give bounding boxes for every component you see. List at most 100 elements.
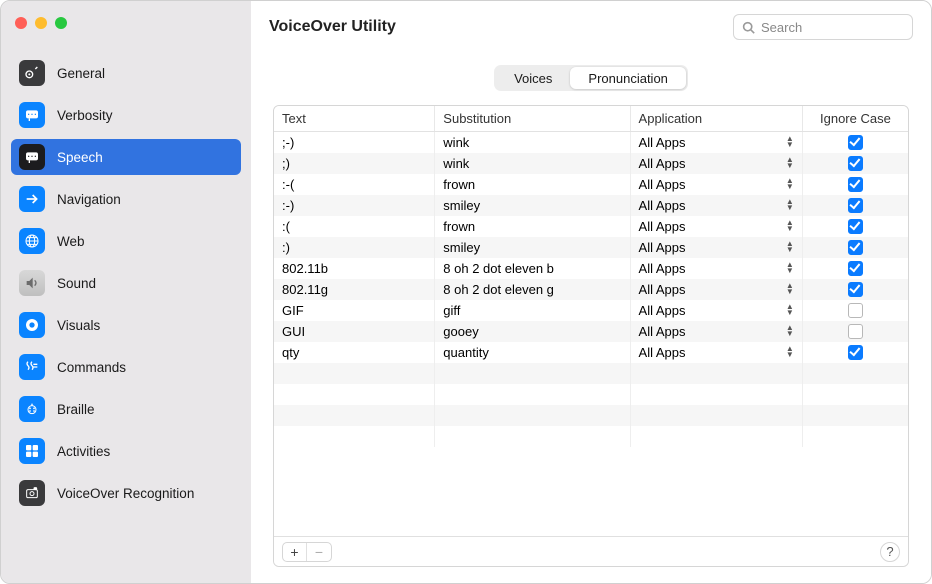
cell-application-select[interactable]: All Apps▲▼ xyxy=(630,216,802,237)
ignore-case-checkbox[interactable] xyxy=(848,282,863,297)
search-input[interactable]: Search xyxy=(733,14,913,40)
chevron-updown-icon: ▲▼ xyxy=(786,136,794,148)
sidebar-item-verbosity[interactable]: Verbosity xyxy=(11,97,241,133)
cell-application-select[interactable]: All Apps▲▼ xyxy=(630,321,802,342)
cell-application-select[interactable]: All Apps▲▼ xyxy=(630,174,802,195)
sidebar-item-sound[interactable]: Sound xyxy=(11,265,241,301)
table-row[interactable]: qtyquantityAll Apps▲▼ xyxy=(274,342,908,363)
ignore-case-checkbox[interactable] xyxy=(848,240,863,255)
cell-text[interactable]: :) xyxy=(274,237,435,258)
cell-ignore-case xyxy=(802,258,908,279)
main-content: VoiceOver Utility Search VoicesPronuncia… xyxy=(251,1,931,583)
cell-substitution[interactable]: quantity xyxy=(435,342,630,363)
sidebar-item-label: Braille xyxy=(57,402,95,417)
ignore-case-checkbox[interactable] xyxy=(848,198,863,213)
minimize-window-button[interactable] xyxy=(35,17,47,29)
cell-text[interactable]: ;-) xyxy=(274,132,435,153)
sidebar-item-braille[interactable]: Braille xyxy=(11,391,241,427)
add-button[interactable]: + xyxy=(283,543,307,561)
column-header-application[interactable]: Application xyxy=(630,106,802,132)
column-header-substitution[interactable]: Substitution xyxy=(435,106,630,132)
fullscreen-window-button[interactable] xyxy=(55,17,67,29)
tabs: VoicesPronunciation xyxy=(494,65,688,91)
sidebar-item-speech[interactable]: Speech xyxy=(11,139,241,175)
toolbar: VoiceOver Utility Search xyxy=(251,1,931,53)
content-area: VoicesPronunciation TextSubstitutionAppl… xyxy=(251,53,931,583)
table-row[interactable]: :(frownAll Apps▲▼ xyxy=(274,216,908,237)
cell-substitution[interactable]: 8 oh 2 dot eleven g xyxy=(435,279,630,300)
braille-icon xyxy=(19,396,45,422)
arrow-right-icon xyxy=(19,186,45,212)
cell-substitution[interactable]: smiley xyxy=(435,195,630,216)
table-row[interactable]: 802.11g8 oh 2 dot eleven gAll Apps▲▼ xyxy=(274,279,908,300)
cell-text[interactable]: GIF xyxy=(274,300,435,321)
tab-pronunciation[interactable]: Pronunciation xyxy=(570,67,686,89)
cell-application-select[interactable]: All Apps▲▼ xyxy=(630,258,802,279)
table-row[interactable]: :-(frownAll Apps▲▼ xyxy=(274,174,908,195)
cell-text[interactable]: GUI xyxy=(274,321,435,342)
cell-substitution[interactable]: frown xyxy=(435,174,630,195)
cell-ignore-case xyxy=(802,174,908,195)
cell-substitution[interactable]: wink xyxy=(435,132,630,153)
cell-application-select[interactable]: All Apps▲▼ xyxy=(630,132,802,153)
eye-icon xyxy=(19,312,45,338)
sidebar-item-label: Activities xyxy=(57,444,110,459)
table-row[interactable]: GUIgooeyAll Apps▲▼ xyxy=(274,321,908,342)
sidebar-item-voiceover-recognition[interactable]: VoiceOver Recognition xyxy=(11,475,241,511)
cell-text[interactable]: ;) xyxy=(274,153,435,174)
cell-substitution[interactable]: giff xyxy=(435,300,630,321)
sidebar-item-navigation[interactable]: Navigation xyxy=(11,181,241,217)
chevron-updown-icon: ▲▼ xyxy=(786,220,794,232)
cell-substitution[interactable]: smiley xyxy=(435,237,630,258)
table-row[interactable]: ;)winkAll Apps▲▼ xyxy=(274,153,908,174)
cell-substitution[interactable]: frown xyxy=(435,216,630,237)
sidebar-item-general[interactable]: General xyxy=(11,55,241,91)
ignore-case-checkbox[interactable] xyxy=(848,219,863,234)
column-header-ignore-case[interactable]: Ignore Case xyxy=(802,106,908,132)
close-window-button[interactable] xyxy=(15,17,27,29)
cell-application-select[interactable]: All Apps▲▼ xyxy=(630,195,802,216)
camera-icon xyxy=(19,480,45,506)
table-row[interactable]: 802.11b8 oh 2 dot eleven bAll Apps▲▼ xyxy=(274,258,908,279)
cell-text[interactable]: :-) xyxy=(274,195,435,216)
cell-text[interactable]: :( xyxy=(274,216,435,237)
sidebar-item-web[interactable]: Web xyxy=(11,223,241,259)
add-remove-group: + − xyxy=(282,542,332,562)
sidebar-item-commands[interactable]: Commands xyxy=(11,349,241,385)
cell-substitution[interactable]: gooey xyxy=(435,321,630,342)
sidebar-item-visuals[interactable]: Visuals xyxy=(11,307,241,343)
tab-voices[interactable]: Voices xyxy=(496,67,570,89)
help-button[interactable]: ? xyxy=(880,542,900,562)
cell-ignore-case xyxy=(802,321,908,342)
ignore-case-checkbox[interactable] xyxy=(848,303,863,318)
sidebar-item-activities[interactable]: Activities xyxy=(11,433,241,469)
ignore-case-checkbox[interactable] xyxy=(848,177,863,192)
ignore-case-checkbox[interactable] xyxy=(848,324,863,339)
cell-substitution[interactable]: 8 oh 2 dot eleven b xyxy=(435,258,630,279)
cell-application-select[interactable]: All Apps▲▼ xyxy=(630,342,802,363)
cell-text[interactable]: :-( xyxy=(274,174,435,195)
cell-text[interactable]: 802.11b xyxy=(274,258,435,279)
application-value: All Apps xyxy=(639,324,686,339)
table-row[interactable]: :-)smileyAll Apps▲▼ xyxy=(274,195,908,216)
cell-text[interactable]: 802.11g xyxy=(274,279,435,300)
pronunciation-table-frame: TextSubstitutionApplicationIgnore Case ;… xyxy=(273,105,909,567)
ignore-case-checkbox[interactable] xyxy=(848,261,863,276)
chevron-updown-icon: ▲▼ xyxy=(786,241,794,253)
table-row[interactable]: GIFgiffAll Apps▲▼ xyxy=(274,300,908,321)
sidebar-item-label: Web xyxy=(57,234,85,249)
cell-text[interactable]: qty xyxy=(274,342,435,363)
cell-application-select[interactable]: All Apps▲▼ xyxy=(630,300,802,321)
remove-button[interactable]: − xyxy=(307,543,331,561)
cell-substitution[interactable]: wink xyxy=(435,153,630,174)
cell-application-select[interactable]: All Apps▲▼ xyxy=(630,279,802,300)
column-header-text[interactable]: Text xyxy=(274,106,435,132)
ignore-case-checkbox[interactable] xyxy=(848,135,863,150)
cell-application-select[interactable]: All Apps▲▼ xyxy=(630,153,802,174)
ignore-case-checkbox[interactable] xyxy=(848,156,863,171)
table-row[interactable]: :)smileyAll Apps▲▼ xyxy=(274,237,908,258)
table-row[interactable]: ;-)winkAll Apps▲▼ xyxy=(274,132,908,153)
table-footer: + − ? xyxy=(274,536,908,566)
ignore-case-checkbox[interactable] xyxy=(848,345,863,360)
cell-application-select[interactable]: All Apps▲▼ xyxy=(630,237,802,258)
